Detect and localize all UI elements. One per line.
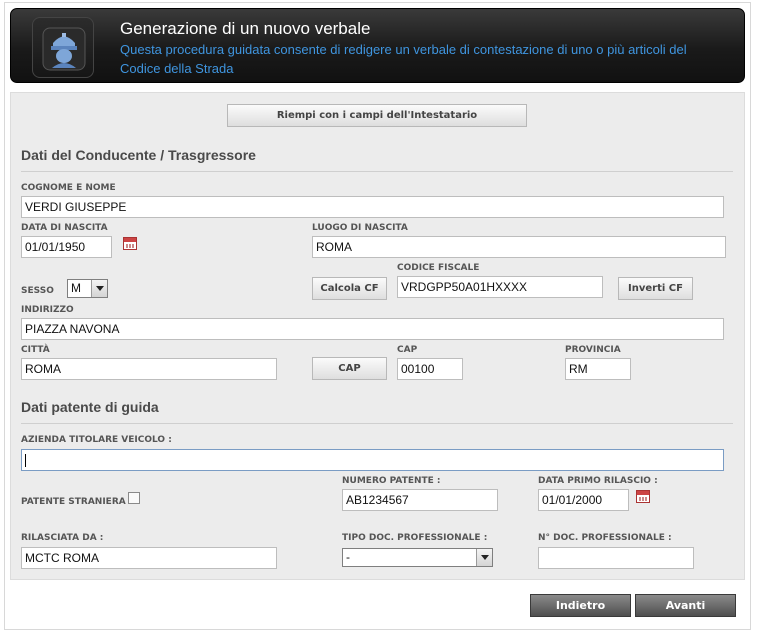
n-doc-input[interactable] — [538, 547, 694, 569]
calendar-icon[interactable] — [636, 490, 650, 503]
fill-from-owner-button[interactable]: Riempi con i campi dell'Intestatario — [227, 104, 527, 127]
chevron-down-icon[interactable] — [91, 280, 107, 297]
data-primo-rilascio-input[interactable]: 01/01/2000 — [538, 489, 629, 511]
codice-fiscale-input[interactable]: VRDGPP50A01HXXXX — [397, 276, 603, 298]
sesso-select-value: M — [71, 281, 81, 295]
wizard-subtitle: Questa procedura guidata consente di red… — [120, 42, 687, 76]
tipo-doc-label: TIPO DOC. PROFESSIONALE : — [342, 533, 488, 543]
cap-input[interactable]: 00100 — [397, 358, 463, 380]
license-section-divider — [21, 423, 733, 424]
rilasciata-da-input[interactable]: MCTC ROMA — [21, 547, 277, 569]
text-caret — [25, 453, 26, 467]
patente-straniera-checkbox[interactable] — [128, 492, 140, 504]
codice-fiscale-label: CODICE FISCALE — [397, 263, 480, 273]
cap-lookup-button[interactable]: CAP — [312, 357, 387, 380]
sesso-select[interactable]: M — [67, 279, 108, 298]
data-primo-rilascio-label: DATA PRIMO RILASCIO : — [538, 476, 658, 486]
data-nascita-input[interactable]: 01/01/1950 — [21, 236, 112, 258]
numero-patente-input[interactable]: AB1234567 — [342, 489, 498, 511]
wizard-title: Generazione di un nuovo verbale — [120, 19, 371, 38]
rilasciata-da-label: RILASCIATA DA : — [21, 533, 104, 543]
provincia-label: PROVINCIA — [565, 345, 621, 355]
citta-input[interactable]: ROMA — [21, 358, 277, 380]
sesso-label: SESSO — [21, 286, 54, 296]
azienda-input[interactable] — [21, 449, 724, 471]
luogo-nascita-input[interactable]: ROMA — [312, 236, 726, 258]
cap-label: CAP — [397, 345, 418, 355]
patente-straniera-label: PATENTE STRANIERA : — [21, 497, 133, 507]
data-nascita-label: DATA DI NASCITA — [21, 223, 108, 233]
azienda-label: AZIENDA TITOLARE VEICOLO : — [21, 435, 172, 445]
tipo-doc-select-value: - — [346, 550, 350, 564]
n-doc-label: N° DOC. PROFESSIONALE : — [538, 533, 672, 543]
numero-patente-label: NUMERO PATENTE : — [342, 476, 441, 486]
inverti-cf-button[interactable]: Inverti CF — [618, 277, 693, 300]
luogo-nascita-label: LUOGO DI NASCITA — [312, 223, 408, 233]
wizard-header: Generazione di un nuovo verbale Questa p… — [10, 8, 745, 83]
driver-section-divider — [21, 171, 733, 172]
back-button[interactable]: Indietro — [530, 594, 631, 617]
indirizzo-label: INDIRIZZO — [21, 305, 74, 315]
next-button[interactable]: Avanti — [635, 594, 736, 617]
indirizzo-input[interactable]: PIAZZA NAVONA — [21, 318, 724, 340]
tipo-doc-select[interactable]: - — [342, 548, 493, 567]
license-section-title: Dati patente di guida — [21, 399, 159, 415]
provincia-input[interactable]: RM — [565, 358, 631, 380]
calcola-cf-button[interactable]: Calcola CF — [312, 277, 387, 300]
cognome-nome-input[interactable]: VERDI GIUSEPPE — [21, 196, 724, 218]
chevron-down-icon[interactable] — [476, 549, 492, 566]
citta-label: CITTÀ — [21, 345, 50, 355]
cognome-nome-label: COGNOME E NOME — [21, 183, 116, 193]
driver-section-title: Dati del Conducente / Trasgressore — [21, 147, 256, 163]
police-officer-icon — [32, 17, 94, 78]
calendar-icon[interactable] — [123, 237, 137, 250]
